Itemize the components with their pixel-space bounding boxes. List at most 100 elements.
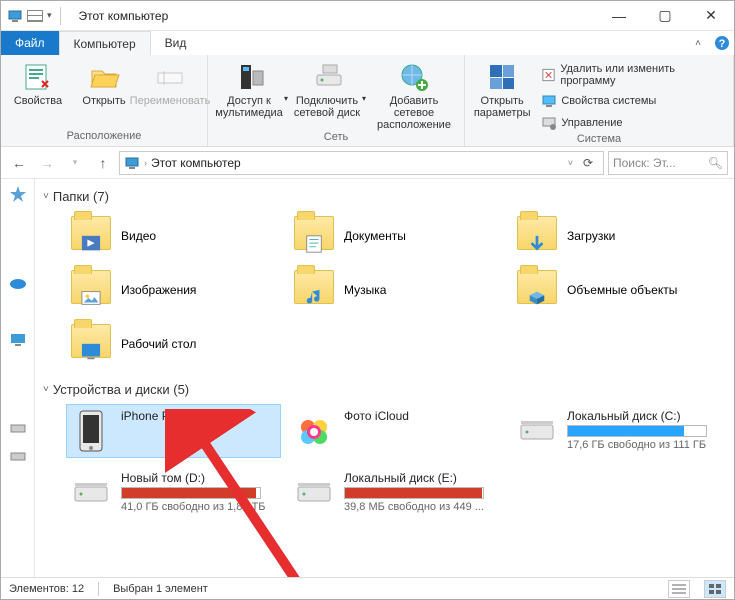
folder-label: Видео bbox=[121, 229, 156, 243]
drive-nav-icon[interactable] bbox=[9, 447, 27, 465]
folder-label: Музыка bbox=[344, 283, 386, 297]
titlebar: ▾ Этот компьютер — ▢ ✕ bbox=[1, 1, 734, 31]
this-pc-icon bbox=[124, 155, 140, 171]
device-icon bbox=[71, 471, 111, 515]
ribbon-group-location: Свойства Открыть Переименовать Расположе… bbox=[1, 55, 208, 146]
folder-icon bbox=[294, 216, 334, 256]
ribbon: Свойства Открыть Переименовать Расположе… bbox=[1, 55, 734, 147]
device-label: Фото iCloud bbox=[344, 409, 499, 423]
folder-label: Загрузки bbox=[567, 229, 615, 243]
device-icon bbox=[294, 471, 334, 515]
folder-item[interactable]: Видео bbox=[67, 212, 280, 260]
chevron-down-icon[interactable]: ˅ bbox=[43, 384, 49, 395]
body: ˅ Папки (7) Видео Документы Загрузки Изо… bbox=[1, 179, 734, 577]
device-item[interactable]: Фото iCloud bbox=[290, 405, 503, 457]
storage-bar bbox=[121, 487, 261, 499]
search-placeholder: Поиск: Эт... bbox=[613, 156, 676, 170]
status-count: Элементов: 12 bbox=[9, 583, 84, 595]
back-button[interactable]: ← bbox=[7, 151, 31, 175]
drive-nav-icon[interactable] bbox=[9, 419, 27, 437]
qat-dropdown-icon[interactable]: ▾ bbox=[47, 10, 52, 21]
help-icon[interactable]: ? bbox=[710, 31, 734, 55]
device-label: Локальный диск (E:) bbox=[344, 471, 499, 485]
recent-dropdown-icon[interactable]: ▾ bbox=[63, 151, 87, 175]
storage-text: 17,6 ГБ свободно из 111 ГБ bbox=[567, 439, 722, 451]
onedrive-icon[interactable] bbox=[9, 273, 27, 291]
separator bbox=[60, 7, 61, 25]
chevron-right-icon[interactable]: › bbox=[144, 158, 147, 168]
device-item[interactable]: Новый том (D:) 41,0 ГБ свободно из 1,81 … bbox=[67, 467, 280, 519]
device-item[interactable]: iPhone Pixel bbox=[67, 405, 280, 457]
folder-label: Документы bbox=[344, 229, 406, 243]
folder-item[interactable]: Документы bbox=[290, 212, 503, 260]
system-properties-button[interactable]: Свойства системы bbox=[537, 91, 727, 111]
device-label: Новый том (D:) bbox=[121, 471, 276, 485]
minimize-button[interactable]: — bbox=[596, 1, 642, 31]
folder-label: Изображения bbox=[121, 283, 196, 297]
folder-item[interactable]: Объемные объекты bbox=[513, 266, 726, 314]
collapse-ribbon-icon[interactable]: ˄ bbox=[686, 31, 710, 55]
add-network-location-button[interactable]: Добавить сетевое расположение bbox=[370, 57, 458, 131]
forward-button[interactable]: → bbox=[35, 151, 59, 175]
refresh-button[interactable]: ⟳ bbox=[577, 156, 599, 170]
folder-icon bbox=[71, 216, 111, 256]
quick-access-toolbar: ▾ bbox=[1, 7, 71, 25]
chevron-down-icon[interactable]: ˅ bbox=[43, 191, 49, 202]
content-pane[interactable]: ˅ Папки (7) Видео Документы Загрузки Изо… bbox=[35, 179, 734, 577]
qat-button[interactable] bbox=[27, 10, 43, 22]
close-button[interactable]: ✕ bbox=[688, 1, 734, 31]
device-item[interactable]: Локальный диск (E:) 39,8 МБ свободно из … bbox=[290, 467, 503, 519]
maximize-button[interactable]: ▢ bbox=[642, 1, 688, 31]
folder-item[interactable]: Изображения bbox=[67, 266, 280, 314]
section-devices[interactable]: ˅ Устройства и диски (5) bbox=[43, 382, 726, 397]
ribbon-group-system: Открыть параметры Удалить или изменить п… bbox=[465, 55, 734, 146]
section-folders[interactable]: ˅ Папки (7) bbox=[43, 189, 726, 204]
storage-text: 39,8 МБ свободно из 449 ... bbox=[344, 501, 499, 513]
up-button[interactable]: ↑ bbox=[91, 151, 115, 175]
folder-label: Рабочий стол bbox=[121, 337, 196, 351]
svg-text:?: ? bbox=[719, 38, 726, 50]
this-pc-nav-icon[interactable] bbox=[9, 331, 27, 349]
folder-icon bbox=[71, 324, 111, 364]
ribbon-group-network: Доступ к мультимедиа ▾ Подключить сетево… bbox=[208, 55, 465, 146]
navigation-pane[interactable] bbox=[1, 179, 35, 577]
folder-item[interactable]: Музыка bbox=[290, 266, 503, 314]
folder-item[interactable]: Рабочий стол bbox=[67, 320, 280, 368]
ribbon-tabs: Файл Компьютер Вид ˄ ? bbox=[1, 31, 734, 55]
folder-icon bbox=[517, 216, 557, 256]
properties-button[interactable]: Свойства bbox=[7, 57, 69, 121]
details-view-button[interactable] bbox=[668, 580, 690, 598]
uninstall-program-button[interactable]: Удалить или изменить программу bbox=[537, 61, 727, 89]
device-label: Локальный диск (C:) bbox=[567, 409, 722, 423]
icons-view-button[interactable] bbox=[704, 580, 726, 598]
window-title: Этот компьютер bbox=[79, 9, 169, 23]
open-button[interactable]: Открыть bbox=[73, 57, 135, 121]
dropdown-icon[interactable]: ˅ bbox=[568, 158, 573, 168]
status-selected: Выбран 1 элемент bbox=[113, 583, 208, 595]
address-bar-row: ← → ▾ ↑ › Этот компьютер ˅ ⟳ Поиск: Эт..… bbox=[1, 147, 734, 179]
status-bar: Элементов: 12 Выбран 1 элемент bbox=[1, 577, 734, 599]
folder-icon bbox=[517, 270, 557, 310]
device-icon bbox=[517, 409, 557, 453]
folder-item[interactable]: Загрузки bbox=[513, 212, 726, 260]
quick-access-icon[interactable] bbox=[9, 185, 27, 203]
search-input[interactable]: Поиск: Эт... 🔍︎ bbox=[608, 151, 728, 175]
folder-icon bbox=[294, 270, 334, 310]
folder-label: Объемные объекты bbox=[567, 283, 677, 297]
storage-bar bbox=[567, 425, 707, 437]
manage-button[interactable]: Управление bbox=[537, 113, 727, 133]
open-settings-button[interactable]: Открыть параметры bbox=[471, 57, 533, 121]
rename-button[interactable]: Переименовать bbox=[139, 57, 201, 121]
address-bar[interactable]: › Этот компьютер ˅ ⟳ bbox=[119, 151, 604, 175]
tab-view[interactable]: Вид bbox=[151, 31, 201, 55]
explorer-window: ▾ Этот компьютер — ▢ ✕ Файл Компьютер Ви… bbox=[0, 0, 735, 600]
search-icon: 🔍︎ bbox=[708, 156, 723, 170]
device-item[interactable]: Локальный диск (C:) 17,6 ГБ свободно из … bbox=[513, 405, 726, 457]
media-access-button[interactable]: Доступ к мультимедиа ▾ bbox=[214, 57, 288, 121]
tab-file[interactable]: Файл bbox=[1, 31, 59, 55]
storage-bar bbox=[344, 487, 484, 499]
map-drive-button[interactable]: Подключить сетевой диск ▾ bbox=[292, 57, 366, 121]
device-label: iPhone Pixel bbox=[121, 409, 276, 423]
breadcrumb[interactable]: Этот компьютер bbox=[151, 156, 241, 170]
tab-computer[interactable]: Компьютер bbox=[59, 31, 151, 55]
